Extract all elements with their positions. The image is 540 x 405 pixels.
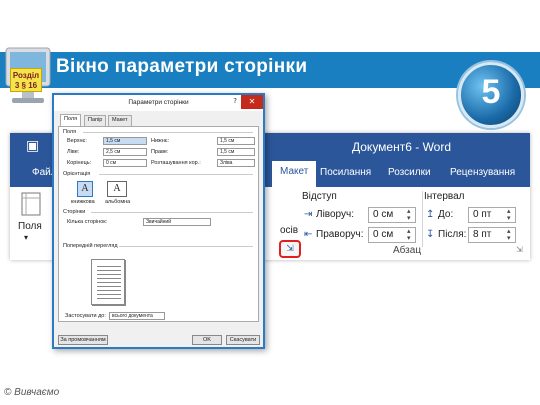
space-after-input[interactable]: 8 пт xyxy=(468,227,516,243)
space-before-icon: ↥ xyxy=(426,209,435,220)
left-indent-input[interactable]: 0 см xyxy=(368,207,416,223)
indent-title: Відступ xyxy=(302,191,337,202)
space-before-input[interactable]: 0 пт xyxy=(468,207,516,223)
margins-section-title: Поля xyxy=(63,129,77,135)
ok-button[interactable]: OK xyxy=(192,335,222,345)
paragraph-group-label: Абзац xyxy=(393,245,422,256)
tab-paper[interactable]: Папір xyxy=(84,115,107,126)
multiple-pages-label: Кілька сторінок: xyxy=(67,219,108,225)
margins-button-label[interactable]: Поля xyxy=(18,221,42,232)
paragraph-launcher-icon[interactable]: ⇲ xyxy=(516,245,523,254)
group-divider xyxy=(422,191,423,247)
tab-review[interactable]: Рецензування xyxy=(450,167,515,178)
top-margin-input[interactable]: 1,5 см xyxy=(103,137,147,145)
landscape-label: альбомна xyxy=(105,199,131,205)
cancel-button[interactable]: Скасувати xyxy=(226,335,260,345)
portrait-label: книжкова xyxy=(71,199,95,205)
bottom-margin-input[interactable]: 1,5 см xyxy=(217,137,255,145)
margins-icon[interactable] xyxy=(20,191,42,217)
left-margin-input[interactable]: 2,5 см xyxy=(103,148,147,156)
orientation-section-title: Орієнтація xyxy=(63,171,91,177)
portrait-option[interactable]: A xyxy=(77,181,93,197)
section-divider xyxy=(119,246,253,247)
left-indent-icon: ⇥ xyxy=(304,209,313,220)
page-setup-launcher-button[interactable]: ⇲ xyxy=(279,240,301,258)
left-margin-label: Ліве: xyxy=(67,149,80,155)
gutter-input[interactable]: 0 см xyxy=(103,159,147,167)
tab-references[interactable]: Посилання xyxy=(320,167,371,178)
section-tag: Розділ 3 § 16 xyxy=(10,68,42,92)
help-icon[interactable]: ? xyxy=(233,97,237,105)
set-default-button[interactable]: За промовчанням xyxy=(58,335,108,345)
multiple-pages-select[interactable]: Звичайний xyxy=(143,218,211,226)
left-indent-label: Ліворуч: xyxy=(316,209,354,220)
footer-copyright: © Вивчаємо xyxy=(4,387,60,398)
document-title: Документ6 - Word xyxy=(352,140,452,154)
page-setup-dialog: Параметри сторінки ? ✕ Поля Папір Макет … xyxy=(52,93,265,349)
page-preview xyxy=(91,259,125,305)
slide-title: Вікно параметри сторінки xyxy=(56,56,308,77)
apply-to-select[interactable]: всього документа xyxy=(109,312,165,320)
dialog-title: Параметри сторінки xyxy=(54,95,263,111)
spacing-title: Інтервал xyxy=(424,191,465,202)
top-margin-label: Верхнє: xyxy=(67,138,87,144)
chapter-badge: 5 xyxy=(458,62,524,128)
right-margin-input[interactable]: 1,5 см xyxy=(217,148,255,156)
apply-to-label: Застосувати до: xyxy=(65,313,106,319)
tab-layout[interactable]: Макет xyxy=(272,161,317,187)
close-button[interactable]: ✕ xyxy=(241,95,263,109)
space-after-label: Після: xyxy=(438,229,467,240)
right-margin-label: Праве: xyxy=(151,149,169,155)
section-divider xyxy=(91,212,253,213)
space-after-icon: ↧ xyxy=(426,229,435,240)
gutter-position-label: Розташування кор.: xyxy=(151,160,201,166)
orientation-partial-label: осів xyxy=(280,225,299,236)
preview-section-title: Попередній перегляд xyxy=(63,243,118,249)
space-before-label: До: xyxy=(438,209,454,220)
pages-section-title: Сторінки xyxy=(63,209,86,215)
margins-panel: Поля Верхнє: 1,5 см Нижнє: 1,5 см Ліве: … xyxy=(58,126,259,322)
gutter-position-select[interactable]: Зліва xyxy=(217,159,255,167)
tab-layout[interactable]: Макет xyxy=(108,115,132,126)
right-indent-label: Праворуч: xyxy=(316,229,364,240)
gutter-label: Корінець: xyxy=(67,160,92,166)
right-indent-icon: ⇤ xyxy=(304,229,313,240)
tab-mailings[interactable]: Розсилки xyxy=(388,167,431,178)
section-divider xyxy=(99,174,253,175)
landscape-option[interactable]: A xyxy=(107,181,127,197)
bottom-margin-label: Нижнє: xyxy=(151,138,170,144)
section-divider xyxy=(83,132,253,133)
right-indent-input[interactable]: 0 см xyxy=(368,227,416,243)
save-icon[interactable]: ▣ xyxy=(26,138,39,154)
chapter-number: 5 xyxy=(481,73,501,111)
tab-margins[interactable]: Поля xyxy=(60,114,82,126)
margins-dropdown-icon[interactable]: ▾ xyxy=(24,233,28,242)
